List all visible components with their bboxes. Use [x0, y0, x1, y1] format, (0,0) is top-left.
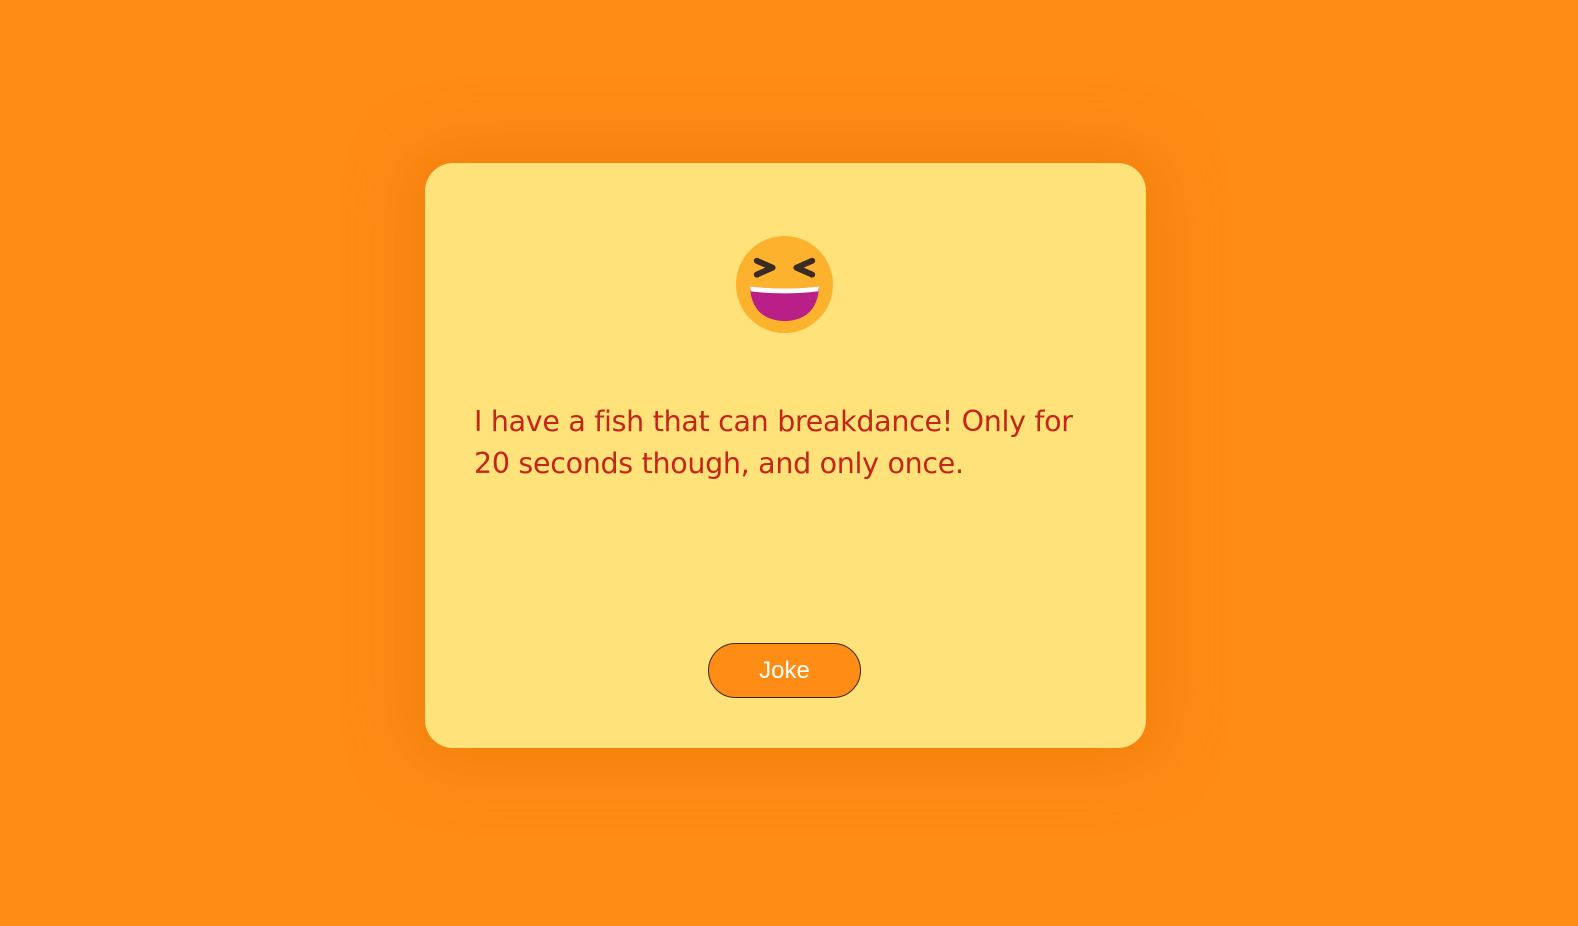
grinning-squinting-face-icon — [735, 235, 834, 334]
joke-text: I have a fish that can breakdance! Only … — [474, 405, 1073, 480]
joke-button[interactable]: Joke — [708, 643, 861, 698]
joke-card: I have a fish that can breakdance! Only … — [425, 163, 1146, 748]
